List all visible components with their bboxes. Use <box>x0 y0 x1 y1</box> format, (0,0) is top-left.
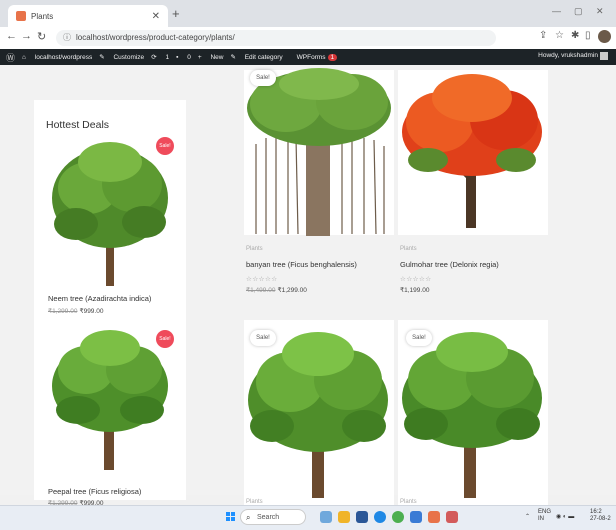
sale-badge: Sale! <box>406 330 432 346</box>
product-category[interactable]: Plants <box>246 246 263 252</box>
new-tab-button[interactable]: + <box>172 6 180 21</box>
tab-title: Plants <box>31 11 54 21</box>
product-title[interactable]: Gulmohar tree (Delonix regia) <box>400 260 499 269</box>
tree-image[interactable] <box>400 330 546 500</box>
maximize-icon[interactable]: ▢ <box>574 6 583 17</box>
site-name-link[interactable]: ⌂ localhost/wordpress <box>22 54 92 61</box>
customize-link[interactable]: ✎ Customize <box>99 53 144 61</box>
product-category[interactable]: Plants <box>400 246 417 252</box>
product-price: ₹1,199.00 <box>400 286 429 294</box>
updates-link[interactable]: ⟳ 1 <box>151 53 169 61</box>
product-title[interactable]: banyan tree (Ficus benghalensis) <box>246 260 357 269</box>
user-avatar[interactable] <box>600 52 608 60</box>
close-tab-icon[interactable]: ✕ <box>152 11 160 22</box>
network-sound-battery-icons[interactable]: ◉ ◐ ▬ <box>556 513 574 520</box>
wp-admin-bar: Ⓦ ⌂ localhost/wordpress ✎ Customize ⟳ 1 … <box>0 49 616 65</box>
close-window-icon[interactable]: ✕ <box>596 6 604 17</box>
gulmohar-tree-image[interactable] <box>400 70 546 230</box>
sale-badge: Sale! <box>156 137 174 155</box>
forward-icon[interactable]: → <box>21 30 32 42</box>
chrome-browser-icon[interactable] <box>392 511 404 523</box>
edit-category-link[interactable]: ✎ Edit category <box>230 53 282 61</box>
tray-chevron-icon[interactable]: ⌃ <box>525 513 530 520</box>
site-info-icon[interactable]: ⓘ <box>63 30 71 46</box>
minimize-icon[interactable]: — <box>552 6 561 16</box>
howdy-user-link[interactable]: Howdy, vrukshadmin <box>538 52 598 59</box>
share-icon[interactable]: ⇪ <box>539 30 547 41</box>
old-price: ₹1,499.00 <box>246 287 276 294</box>
new-link[interactable]: + New <box>198 54 224 61</box>
bookmark-star-icon[interactable]: ☆ <box>555 30 564 41</box>
xampp-icon[interactable] <box>428 511 440 523</box>
old-price: ₹1,299.00 <box>48 308 78 315</box>
product-price: ₹1,499.00 ₹1,299.00 <box>246 286 307 294</box>
neem-tree-image[interactable] <box>48 140 172 288</box>
wpforms-link[interactable]: WPForms 1 <box>290 53 338 61</box>
rating-stars: ☆☆☆☆☆ <box>400 276 432 283</box>
windows-start-icon[interactable] <box>226 512 236 522</box>
rating-stars: ☆☆☆☆☆ <box>246 276 278 283</box>
meet-app-icon[interactable] <box>320 511 332 523</box>
comments-link[interactable]: ▪ 0 <box>176 54 191 61</box>
reload-icon[interactable]: ↻ <box>37 30 46 43</box>
widget-title: Hottest Deals <box>46 119 110 131</box>
vscode-icon[interactable] <box>410 511 422 523</box>
banyan-tree-image[interactable] <box>246 68 392 236</box>
product-price: ₹1,299.00 ₹999.00 <box>48 307 103 315</box>
sale-badge: Sale! <box>250 330 276 346</box>
file-explorer-icon[interactable] <box>338 511 350 523</box>
peepal-tree-image[interactable] <box>48 330 172 472</box>
back-icon[interactable]: ← <box>6 30 17 42</box>
store-icon[interactable] <box>356 511 368 523</box>
windows-taskbar <box>0 505 616 530</box>
wpforms-badge: 1 <box>327 53 338 61</box>
browser-tab[interactable]: Plants ✕ <box>8 5 168 27</box>
filezilla-icon[interactable] <box>446 511 458 523</box>
taskbar-search-label: Search <box>257 514 280 521</box>
sidepanel-icon[interactable]: ▯ <box>585 30 591 41</box>
address-bar[interactable]: ⓘ localhost/wordpress/product-category/p… <box>56 30 496 46</box>
search-icon: ⌕ <box>246 513 251 522</box>
profile-avatar[interactable] <box>598 30 611 43</box>
sale-price: ₹999.00 <box>79 308 104 315</box>
wordpress-logo-icon[interactable]: Ⓦ <box>6 51 15 64</box>
taskbar-search-box[interactable]: ⌕ Search <box>240 509 306 525</box>
product-title[interactable]: Peepal tree (Ficus religiosa) <box>48 487 141 496</box>
sale-badge: Sale! <box>156 330 174 348</box>
url-text: localhost/wordpress/product-category/pla… <box>76 33 235 42</box>
edge-browser-icon[interactable] <box>374 511 386 523</box>
extensions-icon[interactable]: ✱ <box>571 30 579 41</box>
sale-badge: Sale! <box>250 70 276 86</box>
tree-image[interactable] <box>246 330 392 500</box>
sale-price: ₹1,299.00 <box>277 287 307 294</box>
product-regular-price: ₹1,199.00 <box>400 287 430 294</box>
clock[interactable]: 16:2 27-08-2 <box>590 509 611 523</box>
product-title[interactable]: Neem tree (Azadirachta indica) <box>48 294 151 303</box>
language-indicator[interactable]: ENG IN <box>538 509 551 523</box>
favicon-icon <box>16 11 26 21</box>
